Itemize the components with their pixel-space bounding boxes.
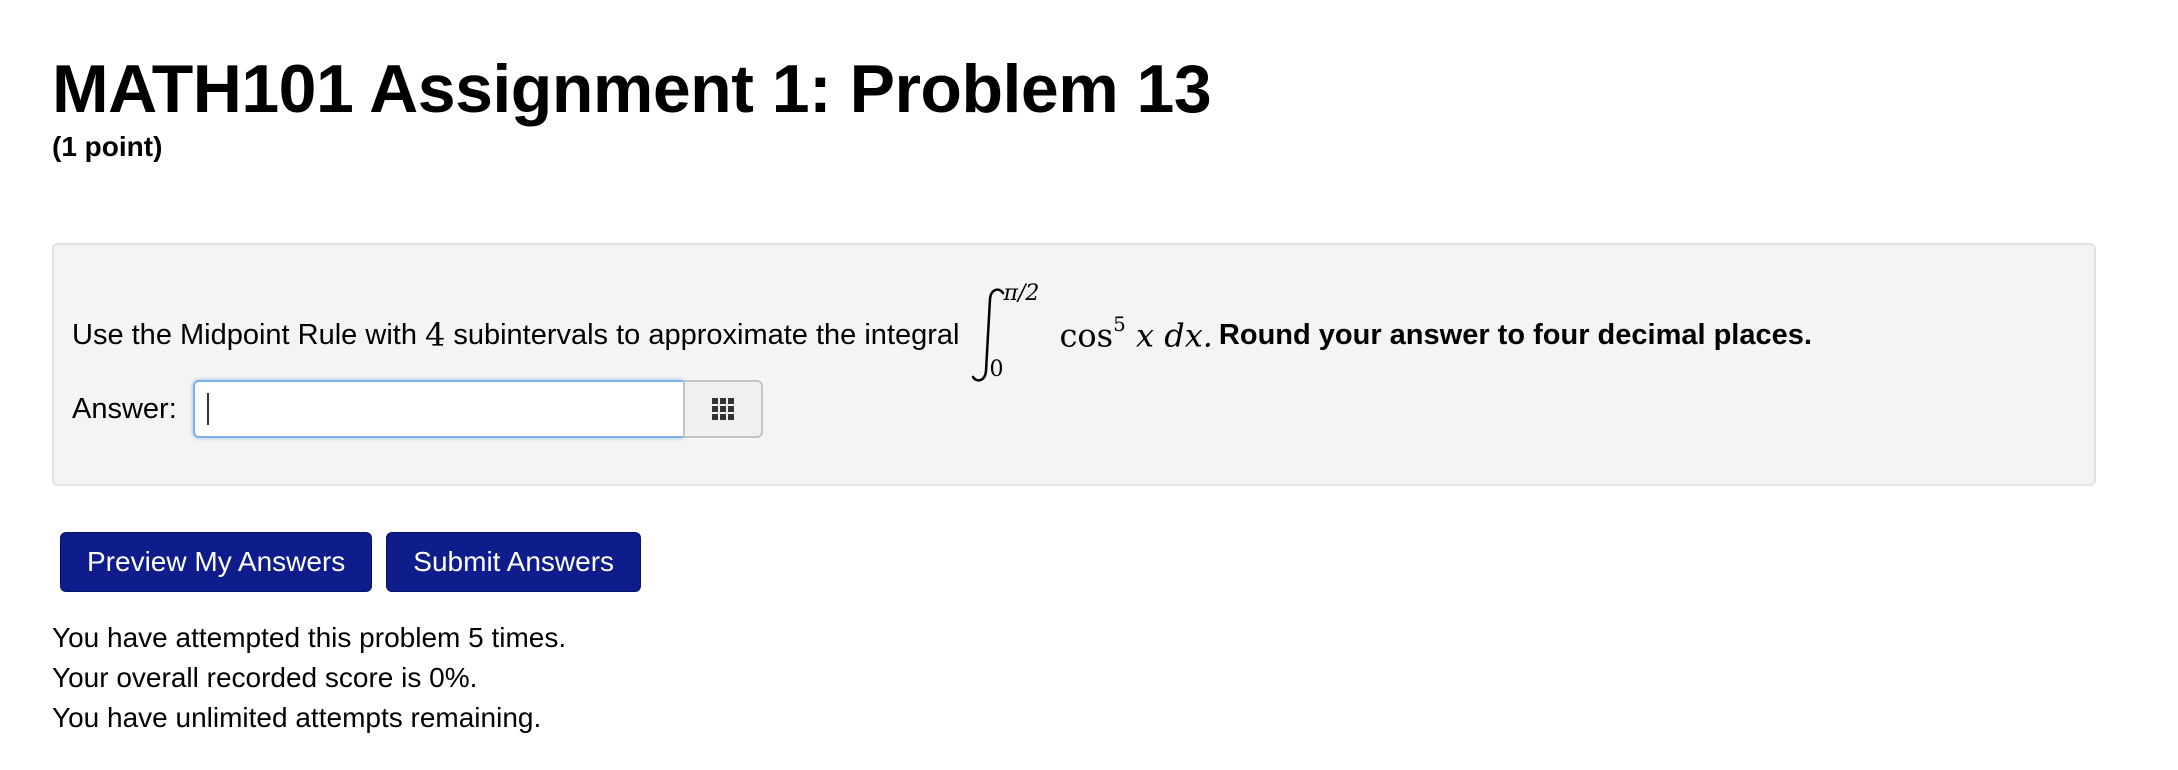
- integral-expression: π/2 0: [969, 281, 1057, 385]
- page-content: MATH101 Assignment 1: Problem 13 (1 poin…: [52, 50, 2112, 733]
- problem-box: Use the Midpoint Rule with 4 subinterval…: [52, 243, 2096, 486]
- integral-lower-limit: 0: [989, 357, 1004, 382]
- equation-editor-button[interactable]: [682, 380, 763, 438]
- answer-label: Answer:: [72, 392, 177, 425]
- subintervals-count: 4: [424, 316, 446, 354]
- page-title: MATH101 Assignment 1: Problem 13: [52, 51, 1212, 127]
- answer-input[interactable]: [192, 380, 683, 438]
- problem-text-before: Use the Midpoint Rule with: [72, 318, 417, 351]
- problem-text-middle: subintervals to approximate the integral: [453, 318, 960, 351]
- score-text: Your overall recorded score is 0%.: [52, 662, 478, 693]
- problem-statement: Use the Midpoint Rule with 4 subinterval…: [72, 281, 1812, 385]
- problem-points: (1 point): [52, 131, 163, 162]
- attempt-status: You have attempted this problem 5 times.…: [52, 618, 566, 738]
- integrand-function: cos: [1059, 316, 1114, 355]
- grid-icon: [711, 398, 734, 420]
- integrand-power: 5: [1113, 311, 1126, 336]
- preview-answers-button[interactable]: Preview My Answers: [60, 532, 373, 592]
- action-buttons: Preview My Answers Submit Answers: [60, 532, 642, 592]
- text-caret: [206, 393, 209, 425]
- submit-answers-button[interactable]: Submit Answers: [386, 532, 642, 592]
- integrand: cos5 x dx.: [1059, 312, 1213, 355]
- integral-upper-limit: π/2: [1003, 281, 1040, 306]
- remaining-attempts-text: You have unlimited attempts remaining.: [52, 702, 542, 733]
- rounding-instruction: Round your answer to four decimal places…: [1218, 318, 1812, 351]
- integrand-rest: x dx.: [1136, 316, 1213, 355]
- attempts-count-text: You have attempted this problem 5 times.: [52, 622, 567, 653]
- answer-row: Answer:: [72, 379, 763, 439]
